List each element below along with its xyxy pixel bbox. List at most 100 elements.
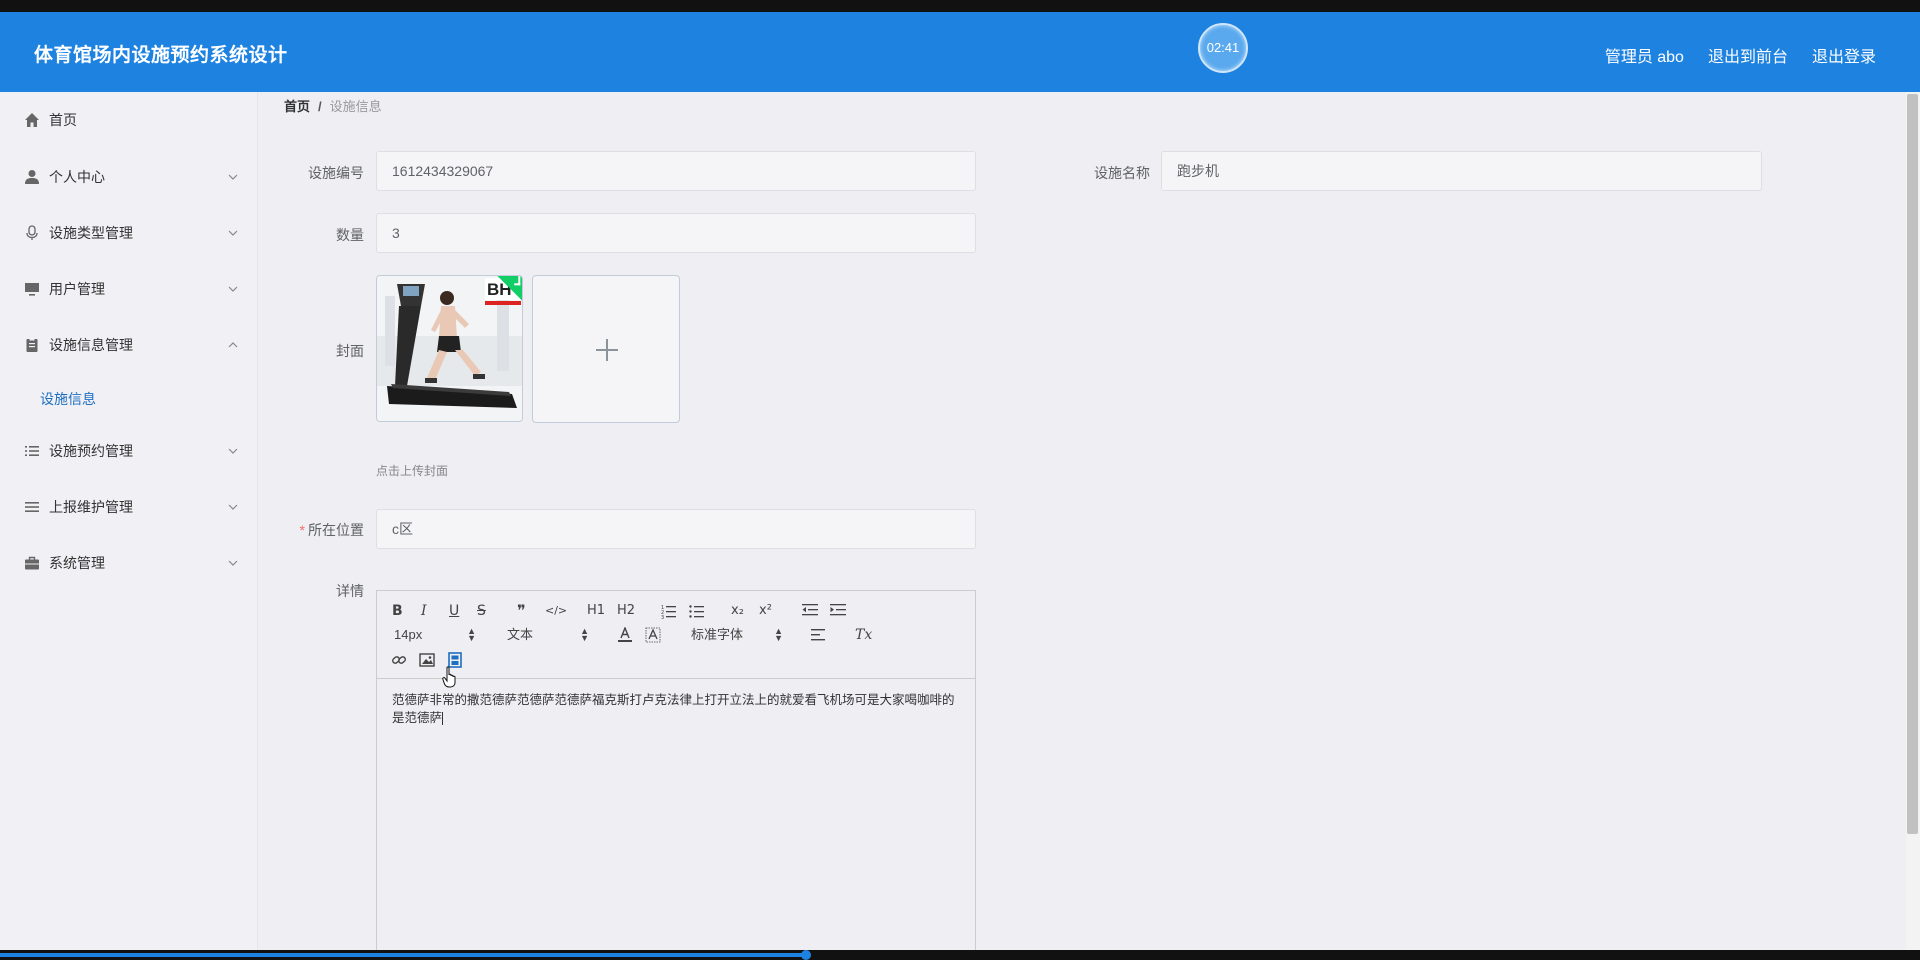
ordered-list-icon[interactable]: 123 bbox=[661, 603, 677, 619]
chevron-down-icon bbox=[228, 448, 238, 454]
upload-cover-tip: 点击上传封面 bbox=[376, 464, 449, 478]
location-input[interactable]: c区 bbox=[376, 509, 976, 549]
logout-link[interactable]: 退出登录 bbox=[1812, 43, 1876, 67]
editor-content-text: 范德萨非常的撒范德萨范德萨范德萨福克斯打卢克法律上打开立法上的就爱看飞机场可是大… bbox=[392, 693, 955, 725]
location-label: * 所在位置 bbox=[254, 520, 364, 540]
sidebar-item-label: 首页 bbox=[49, 112, 77, 128]
code-block-button[interactable]: </> bbox=[545, 602, 567, 620]
align-left-icon[interactable] bbox=[811, 628, 827, 642]
font-family-value: 标准字体 bbox=[691, 627, 744, 642]
font-color-icon[interactable] bbox=[617, 627, 633, 643]
editor-content-area[interactable]: 范德萨非常的撒范德萨范德萨范德萨福克斯打卢克法律上打开立法上的就爱看飞机场可是大… bbox=[392, 691, 962, 727]
sidebar-item-user-management[interactable]: 用户管理 bbox=[0, 261, 258, 317]
list-icon bbox=[25, 502, 39, 512]
indent-icon[interactable] bbox=[830, 603, 846, 617]
sidebar-item-facility-type[interactable]: 设施类型管理 bbox=[0, 205, 258, 261]
plus-icon bbox=[596, 339, 618, 361]
sidebar-item-facility-info-management[interactable]: 设施信息管理 bbox=[0, 317, 258, 373]
font-size-value: 14px bbox=[394, 627, 423, 642]
monitor-icon bbox=[25, 283, 39, 296]
bold-button[interactable]: B bbox=[392, 602, 403, 620]
underline-button[interactable]: U bbox=[449, 602, 459, 620]
text-caret bbox=[442, 712, 444, 726]
header-2-button[interactable]: H2 bbox=[617, 602, 635, 620]
breadcrumb: 首页 / 设施信息 bbox=[284, 96, 382, 115]
chevron-down-icon bbox=[228, 560, 238, 566]
text-type-value: 文本 bbox=[507, 627, 534, 642]
sidebar-item-maintenance-report[interactable]: 上报维护管理 bbox=[0, 479, 258, 535]
bullet-list-icon[interactable] bbox=[689, 603, 705, 619]
clear-format-button[interactable]: Tx bbox=[855, 626, 872, 644]
list-icon bbox=[25, 446, 39, 456]
header-1-button[interactable]: H1 bbox=[587, 602, 605, 620]
sidebar-item-reservation-management[interactable]: 设施预约管理 bbox=[0, 423, 258, 479]
background-color-icon[interactable] bbox=[645, 627, 661, 643]
font-family-select[interactable]: 标准字体 ▲ ▼ bbox=[691, 626, 783, 644]
home-icon bbox=[25, 113, 39, 127]
outdent-icon[interactable] bbox=[802, 603, 818, 617]
sidebar-item-label: 设施信息管理 bbox=[49, 337, 133, 353]
sidebar-item-label: 设施预约管理 bbox=[49, 443, 133, 459]
location-label-text: 所在位置 bbox=[308, 522, 364, 538]
chevron-down-icon bbox=[228, 504, 238, 510]
page-scrollbar-thumb[interactable] bbox=[1907, 94, 1918, 834]
admin-user-link[interactable]: 管理员 abo bbox=[1605, 43, 1684, 67]
facility-name-input[interactable]: 跑步机 bbox=[1161, 151, 1762, 191]
select-arrows-icon: ▲ ▼ bbox=[774, 626, 783, 643]
sidebar-item-label: 上报维护管理 bbox=[49, 499, 133, 515]
clock-badge: 02:41 bbox=[1198, 23, 1248, 73]
sidebar-item-home[interactable]: 首页 bbox=[0, 92, 258, 148]
quantity-label: 数量 bbox=[336, 227, 364, 243]
link-icon[interactable] bbox=[391, 652, 407, 668]
text-type-select[interactable]: 文本 ▲ ▼ bbox=[507, 626, 589, 644]
microphone-icon bbox=[26, 225, 38, 240]
chevron-down-icon bbox=[228, 286, 238, 292]
italic-button[interactable]: I bbox=[421, 602, 427, 620]
superscript-button[interactable]: x² bbox=[759, 602, 772, 620]
briefcase-icon bbox=[25, 556, 39, 570]
app-window: 体育馆场内设施预约系统设计 02:41 管理员 abo 退出到前台 退出登录 首… bbox=[0, 0, 1920, 960]
strikethrough-button[interactable]: S bbox=[477, 602, 486, 620]
exit-to-frontend-link[interactable]: 退出到前台 bbox=[1708, 43, 1788, 67]
facility-name-label: 设施名称 bbox=[1094, 165, 1150, 181]
required-asterisk: * bbox=[299, 522, 305, 538]
select-arrows-icon: ▲ ▼ bbox=[467, 626, 476, 643]
quantity-input[interactable]: 3 bbox=[376, 213, 976, 253]
rich-text-editor: B I U S ❞ </> H1 H2 123 x₂ x² 14px ▲ ▼ 文本 ▲… bbox=[376, 590, 976, 960]
facility-code-label: 设施编号 bbox=[308, 165, 364, 181]
font-size-select[interactable]: 14px ▲ ▼ bbox=[394, 626, 476, 644]
sidebar-item-label: 个人中心 bbox=[49, 169, 105, 185]
chevron-up-icon bbox=[228, 342, 238, 348]
header: 体育馆场内设施预约系统设计 02:41 管理员 abo 退出到前台 退出登录 bbox=[0, 12, 1920, 92]
editor-toolbar: B I U S ❞ </> H1 H2 123 x₂ x² 14px ▲ ▼ 文本 ▲… bbox=[377, 591, 975, 679]
user-icon bbox=[25, 170, 39, 184]
sidebar-item-personal-center[interactable]: 个人中心 bbox=[0, 149, 258, 205]
cover-image-treadmill[interactable]: BH bbox=[376, 275, 523, 422]
sidebar: 首页 个人中心 设施类型管理 用户管理 设施信息管理 设施信息 设施预约管理 上… bbox=[0, 92, 258, 960]
video-progress-fill bbox=[0, 953, 807, 957]
image-icon[interactable] bbox=[419, 652, 435, 668]
detail-label: 详情 bbox=[336, 583, 364, 599]
sidebar-item-system-management[interactable]: 系统管理 bbox=[0, 535, 258, 591]
sidebar-subitem-facility-info[interactable]: 设施信息 bbox=[40, 389, 96, 409]
treadmill-photo: BH bbox=[377, 276, 522, 421]
svg-text:3: 3 bbox=[661, 615, 664, 619]
breadcrumb-current: 设施信息 bbox=[329, 99, 382, 114]
blockquote-button[interactable]: ❞ bbox=[517, 602, 526, 620]
chevron-down-icon bbox=[228, 174, 238, 180]
breadcrumb-separator: / bbox=[318, 99, 322, 114]
clipboard-icon bbox=[26, 338, 38, 352]
upload-cover-button[interactable] bbox=[532, 275, 680, 423]
sidebar-item-label: 用户管理 bbox=[49, 281, 105, 297]
sidebar-item-label: 设施类型管理 bbox=[49, 225, 133, 241]
select-arrows-icon: ▲ ▼ bbox=[580, 626, 589, 643]
cover-label: 封面 bbox=[336, 343, 364, 359]
header-links: 管理员 abo 退出到前台 退出登录 bbox=[1605, 43, 1876, 67]
top-black-strip bbox=[0, 0, 1920, 12]
hand-pointer-icon bbox=[442, 666, 456, 688]
site-title: 体育馆场内设施预约系统设计 bbox=[34, 45, 288, 66]
facility-code-input[interactable]: 1612434329067 bbox=[376, 151, 976, 191]
subscript-button[interactable]: x₂ bbox=[731, 602, 744, 620]
chevron-down-icon bbox=[228, 230, 238, 236]
breadcrumb-home[interactable]: 首页 bbox=[284, 99, 310, 114]
